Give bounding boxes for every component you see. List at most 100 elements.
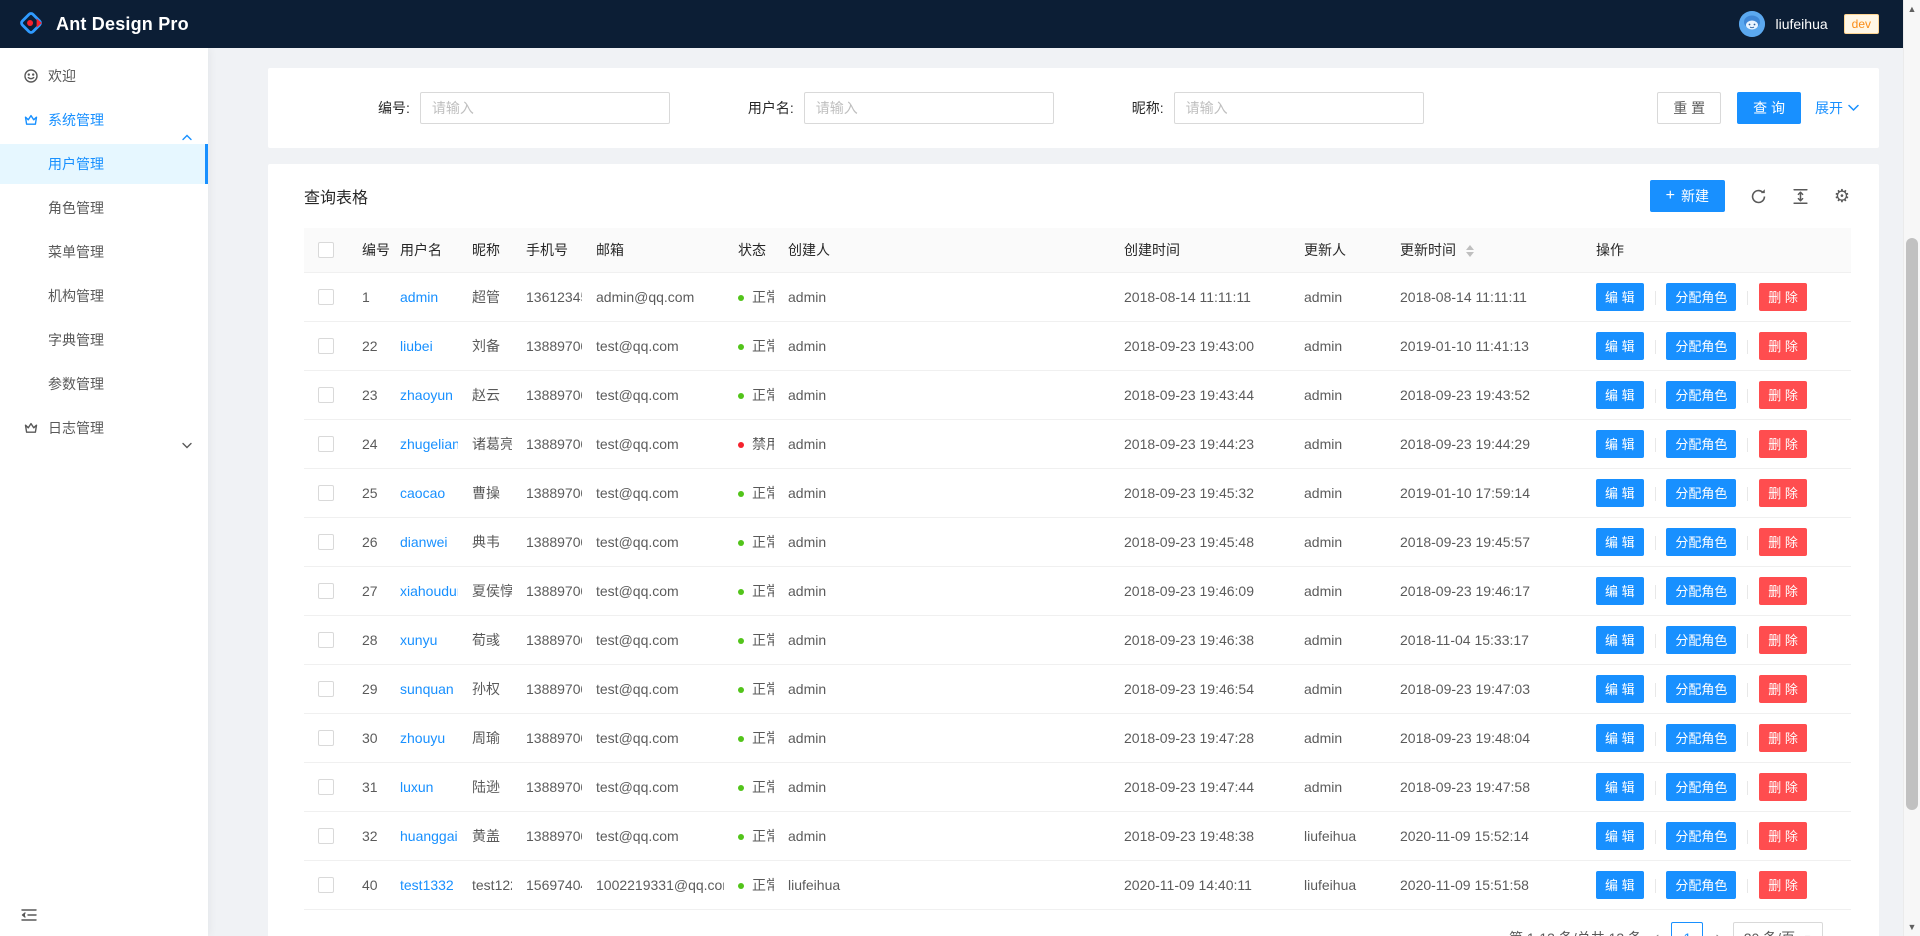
username-link[interactable]: test1332 [400,877,454,893]
sidebar-item-role-mgmt[interactable]: 角色管理 [0,188,208,228]
edit-button[interactable]: 编 辑 [1596,724,1644,752]
username-link[interactable]: huanggai1 [400,828,458,844]
delete-button[interactable]: 删 除 [1759,626,1807,654]
sidebar-item-welcome[interactable]: 欢迎 [0,56,208,96]
scrollbar-thumb[interactable] [1906,238,1918,810]
sort-carets-icon[interactable] [1466,245,1474,257]
delete-button[interactable]: 删 除 [1759,528,1807,556]
row-checkbox[interactable] [318,534,334,550]
assign-role-button[interactable]: 分配角色 [1666,773,1736,801]
row-checkbox[interactable] [318,338,334,354]
user-area[interactable]: liufeihua dev [1739,11,1879,37]
assign-role-button[interactable]: 分配角色 [1666,332,1736,360]
scrollbar[interactable]: ▲ ▼ [1903,0,1920,936]
edit-button[interactable]: 编 辑 [1596,577,1644,605]
assign-role-button[interactable]: 分配角色 [1666,577,1736,605]
row-checkbox[interactable] [318,779,334,795]
assign-role-button[interactable]: 分配角色 [1666,479,1736,507]
username-link[interactable]: zhaoyun [400,387,453,403]
assign-role-button[interactable]: 分配角色 [1666,283,1736,311]
edit-button[interactable]: 编 辑 [1596,283,1644,311]
assign-role-button[interactable]: 分配角色 [1666,528,1736,556]
username-link[interactable]: caocao [400,485,445,501]
scroll-down-icon[interactable]: ▼ [1904,922,1920,932]
sidebar-item-dict-mgmt[interactable]: 字典管理 [0,320,208,360]
row-checkbox[interactable] [318,730,334,746]
sidebar-item-org-mgmt[interactable]: 机构管理 [0,276,208,316]
cell-updater: admin [1290,664,1386,713]
username-link[interactable]: liubei [400,338,433,354]
row-checkbox[interactable] [318,436,334,452]
expand-link[interactable]: 展开 [1815,98,1859,118]
id-input[interactable] [420,92,670,124]
new-button[interactable]: + 新建 [1650,180,1725,212]
username-link[interactable]: dianwei [400,534,447,550]
select-all-checkbox[interactable] [318,242,334,258]
delete-button[interactable]: 删 除 [1759,381,1807,409]
scroll-up-icon[interactable]: ▲ [1904,4,1920,14]
sidebar-item-param-mgmt[interactable]: 参数管理 [0,364,208,404]
delete-button[interactable]: 删 除 [1759,430,1807,458]
delete-button[interactable]: 删 除 [1759,871,1807,899]
username-link[interactable]: xiahoudun [400,583,458,599]
delete-button[interactable]: 删 除 [1759,724,1807,752]
user-avatar[interactable] [1739,11,1765,37]
row-checkbox[interactable] [318,681,334,697]
assign-role-button[interactable]: 分配角色 [1666,871,1736,899]
edit-button[interactable]: 编 辑 [1596,479,1644,507]
username-link[interactable]: xunyu [400,632,437,648]
col-updated[interactable]: 更新时间 [1386,228,1582,272]
row-checkbox[interactable] [318,289,334,305]
assign-role-button[interactable]: 分配角色 [1666,381,1736,409]
username-link[interactable]: admin [400,289,438,305]
edit-button[interactable]: 编 辑 [1596,332,1644,360]
logo[interactable]: Ant Design Pro [16,8,189,41]
delete-button[interactable]: 删 除 [1759,773,1807,801]
sidebar-item-system[interactable]: 系统管理 [0,100,208,140]
assign-role-button[interactable]: 分配角色 [1666,675,1736,703]
next-page-icon[interactable]: › [1711,923,1724,936]
username-link[interactable]: sunquan [400,681,454,697]
username-link[interactable]: luxun [400,779,433,795]
delete-button[interactable]: 删 除 [1759,479,1807,507]
sidebar-item-menu-mgmt[interactable]: 菜单管理 [0,232,208,272]
delete-button[interactable]: 删 除 [1759,822,1807,850]
edit-button[interactable]: 编 辑 [1596,430,1644,458]
query-button[interactable]: 查 询 [1737,92,1801,124]
density-icon[interactable] [1791,187,1809,205]
username-link[interactable]: zhugeliang [400,436,458,452]
delete-button[interactable]: 删 除 [1759,332,1807,360]
reset-button[interactable]: 重 置 [1657,92,1721,124]
row-checkbox[interactable] [318,387,334,403]
edit-button[interactable]: 编 辑 [1596,381,1644,409]
assign-role-button[interactable]: 分配角色 [1666,626,1736,654]
assign-role-button[interactable]: 分配角色 [1666,724,1736,752]
prev-page-icon[interactable]: ‹ [1650,923,1663,936]
row-checkbox[interactable] [318,828,334,844]
delete-button[interactable]: 删 除 [1759,283,1807,311]
row-checkbox[interactable] [318,877,334,893]
delete-button[interactable]: 删 除 [1759,675,1807,703]
edit-button[interactable]: 编 辑 [1596,822,1644,850]
edit-button[interactable]: 编 辑 [1596,675,1644,703]
username-link[interactable]: zhouyu [400,730,445,746]
menu-fold-icon[interactable] [20,906,38,924]
row-checkbox[interactable] [318,485,334,501]
reload-icon[interactable] [1749,187,1767,205]
page-size-select[interactable]: 20 条/页 ▼ [1733,922,1823,936]
assign-role-button[interactable]: 分配角色 [1666,822,1736,850]
assign-role-button[interactable]: 分配角色 [1666,430,1736,458]
row-checkbox[interactable] [318,583,334,599]
edit-button[interactable]: 编 辑 [1596,773,1644,801]
delete-button[interactable]: 删 除 [1759,577,1807,605]
row-checkbox[interactable] [318,632,334,648]
username-input[interactable] [804,92,1054,124]
edit-button[interactable]: 编 辑 [1596,871,1644,899]
sidebar-item-logs[interactable]: 日志管理 [0,408,208,448]
edit-button[interactable]: 编 辑 [1596,528,1644,556]
edit-button[interactable]: 编 辑 [1596,626,1644,654]
settings-gear-icon[interactable]: ⚙ [1833,187,1851,205]
page-number-button[interactable]: 1 [1671,922,1703,936]
nickname-input[interactable] [1174,92,1424,124]
sidebar-item-user-mgmt[interactable]: 用户管理 [0,144,208,184]
